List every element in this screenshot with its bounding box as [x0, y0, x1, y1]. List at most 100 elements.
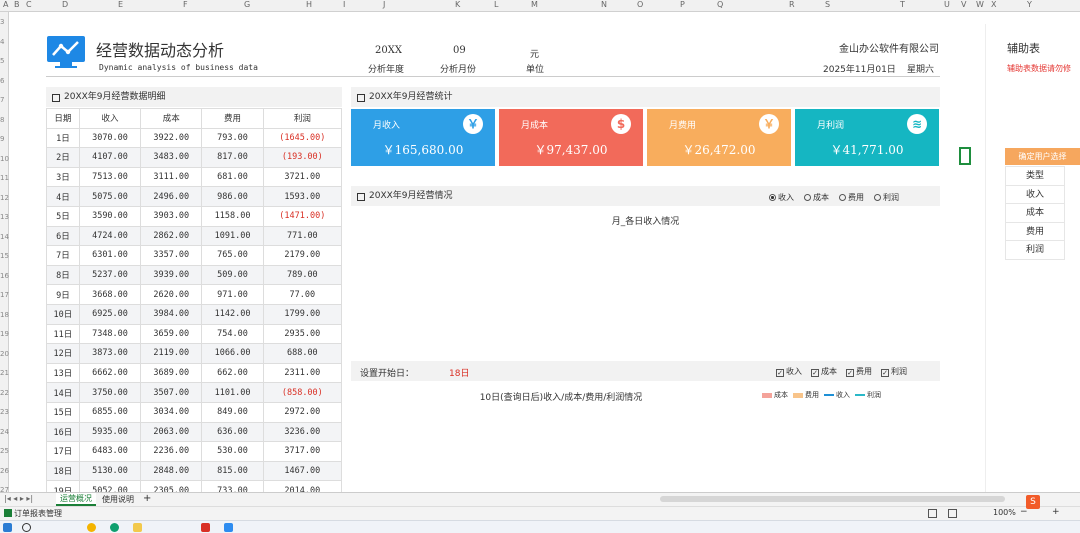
detail-cell[interactable]: 3590.00: [78, 205, 142, 227]
row-number[interactable]: 25: [0, 447, 9, 455]
detail-cell[interactable]: 77.00: [262, 284, 343, 305]
checkbox-icon[interactable]: ✓: [776, 369, 784, 377]
column-letter[interactable]: X: [991, 0, 996, 9]
detail-cell[interactable]: 12日: [46, 343, 80, 364]
detail-cell[interactable]: 4日: [46, 186, 80, 207]
detail-cell[interactable]: 3922.00: [140, 127, 203, 149]
column-letter[interactable]: F: [183, 0, 188, 9]
detail-cell[interactable]: 10日: [46, 303, 80, 325]
detail-cell[interactable]: 2311.00: [262, 362, 343, 384]
aux-list-item[interactable]: 利润: [1005, 240, 1065, 260]
detail-cell[interactable]: 3507.00: [140, 382, 203, 403]
row-number[interactable]: 16: [0, 272, 9, 280]
zoom-in-button[interactable]: +: [1052, 507, 1060, 517]
detail-cell[interactable]: 2179.00: [262, 245, 343, 266]
horizontal-scrollbar[interactable]: [660, 496, 1005, 502]
column-letter[interactable]: W: [976, 0, 984, 9]
detail-cell[interactable]: 3483.00: [140, 147, 203, 168]
detail-cell[interactable]: 1091.00: [201, 225, 264, 247]
detail-cell[interactable]: 3034.00: [140, 401, 203, 423]
detail-cell[interactable]: 5052.00: [78, 480, 142, 492]
detail-cell[interactable]: 8日: [46, 264, 80, 286]
detail-cell[interactable]: 7513.00: [78, 166, 142, 188]
radio-icon[interactable]: [874, 194, 881, 201]
series-radio[interactable]: 成本: [804, 193, 829, 202]
series-radio[interactable]: 费用: [839, 193, 864, 202]
column-letter[interactable]: L: [494, 0, 498, 9]
series-radio[interactable]: 利润: [874, 193, 899, 202]
detail-cell[interactable]: 733.00: [201, 480, 264, 492]
row-number[interactable]: 23: [0, 408, 9, 416]
detail-cell[interactable]: 1467.00: [262, 460, 343, 482]
detail-cell[interactable]: 681.00: [201, 166, 264, 188]
column-letter[interactable]: I: [343, 0, 345, 9]
column-letter[interactable]: Y: [1027, 0, 1032, 9]
folder-icon[interactable]: [133, 523, 142, 532]
detail-cell[interactable]: 1日: [46, 127, 80, 149]
radio-icon[interactable]: [804, 194, 811, 201]
row-number[interactable]: 5: [0, 57, 4, 65]
row-number[interactable]: 15: [0, 252, 9, 260]
detail-cell[interactable]: 6855.00: [78, 401, 142, 423]
row-number[interactable]: 10: [0, 155, 9, 163]
column-letter[interactable]: A: [3, 0, 8, 9]
column-letter[interactable]: V: [961, 0, 966, 9]
detail-cell[interactable]: 3721.00: [262, 166, 343, 188]
row-number[interactable]: 6: [0, 77, 4, 85]
column-letter[interactable]: H: [306, 0, 312, 9]
detail-cell[interactable]: 5237.00: [78, 264, 142, 286]
detail-cell[interactable]: (193.00): [262, 147, 343, 168]
detail-cell[interactable]: 754.00: [201, 323, 264, 345]
detail-cell[interactable]: 6日: [46, 225, 80, 247]
detail-cell[interactable]: 2935.00: [262, 323, 343, 345]
detail-cell[interactable]: 5935.00: [78, 421, 142, 443]
column-letter[interactable]: J: [383, 0, 385, 9]
detail-cell[interactable]: 3659.00: [140, 323, 203, 345]
aux-list-item[interactable]: 收入: [1005, 184, 1065, 204]
checkbox-icon[interactable]: ✓: [811, 369, 819, 377]
windows-start-icon[interactable]: [3, 523, 12, 532]
app-icon[interactable]: [224, 523, 233, 532]
detail-cell[interactable]: 2305.00: [140, 480, 203, 492]
radio-icon[interactable]: [839, 194, 846, 201]
detail-cell[interactable]: 3939.00: [140, 264, 203, 286]
detail-cell[interactable]: 662.00: [201, 362, 264, 384]
detail-cell[interactable]: 971.00: [201, 284, 264, 305]
series-checkbox[interactable]: ✓ 费用: [846, 367, 872, 377]
row-number[interactable]: 7: [0, 96, 4, 104]
edge-icon[interactable]: [110, 523, 119, 532]
row-number[interactable]: 20: [0, 350, 9, 358]
detail-cell[interactable]: (1471.00): [262, 205, 343, 227]
detail-cell[interactable]: 2日: [46, 147, 80, 168]
row-number[interactable]: 3: [0, 18, 4, 26]
detail-cell[interactable]: 2236.00: [140, 441, 203, 462]
detail-cell[interactable]: 636.00: [201, 421, 264, 443]
worksheet[interactable]: 经营数据动态分析 Dynamic analysis of business da…: [9, 12, 1080, 492]
column-letter[interactable]: D: [62, 0, 68, 9]
column-letter[interactable]: B: [14, 0, 20, 9]
column-letter[interactable]: C: [26, 0, 32, 9]
detail-cell[interactable]: 2848.00: [140, 460, 203, 482]
column-letter[interactable]: P: [680, 0, 685, 9]
detail-cell[interactable]: 3668.00: [78, 284, 142, 305]
column-letter[interactable]: E: [118, 0, 123, 9]
detail-cell[interactable]: 3873.00: [78, 343, 142, 364]
row-number[interactable]: 9: [0, 135, 4, 143]
series-checkbox[interactable]: ✓ 成本: [811, 367, 837, 377]
detail-cell[interactable]: 11日: [46, 323, 80, 345]
detail-cell[interactable]: 14日: [46, 382, 80, 403]
series-checkbox[interactable]: ✓ 收入: [776, 367, 802, 377]
detail-cell[interactable]: 7348.00: [78, 323, 142, 345]
detail-cell[interactable]: 15日: [46, 401, 80, 423]
series-radio[interactable]: 收入: [769, 193, 794, 202]
column-letter[interactable]: N: [601, 0, 607, 9]
detail-cell[interactable]: 6301.00: [78, 245, 142, 266]
detail-cell[interactable]: 688.00: [262, 343, 343, 364]
detail-cell[interactable]: 16日: [46, 421, 80, 443]
detail-cell[interactable]: 2972.00: [262, 401, 343, 423]
detail-cell[interactable]: 2014.00: [262, 480, 343, 492]
detail-cell[interactable]: 789.00: [262, 264, 343, 286]
detail-cell[interactable]: 19日: [46, 480, 80, 492]
row-number[interactable]: 14: [0, 233, 9, 241]
chrome-icon[interactable]: [87, 523, 96, 532]
